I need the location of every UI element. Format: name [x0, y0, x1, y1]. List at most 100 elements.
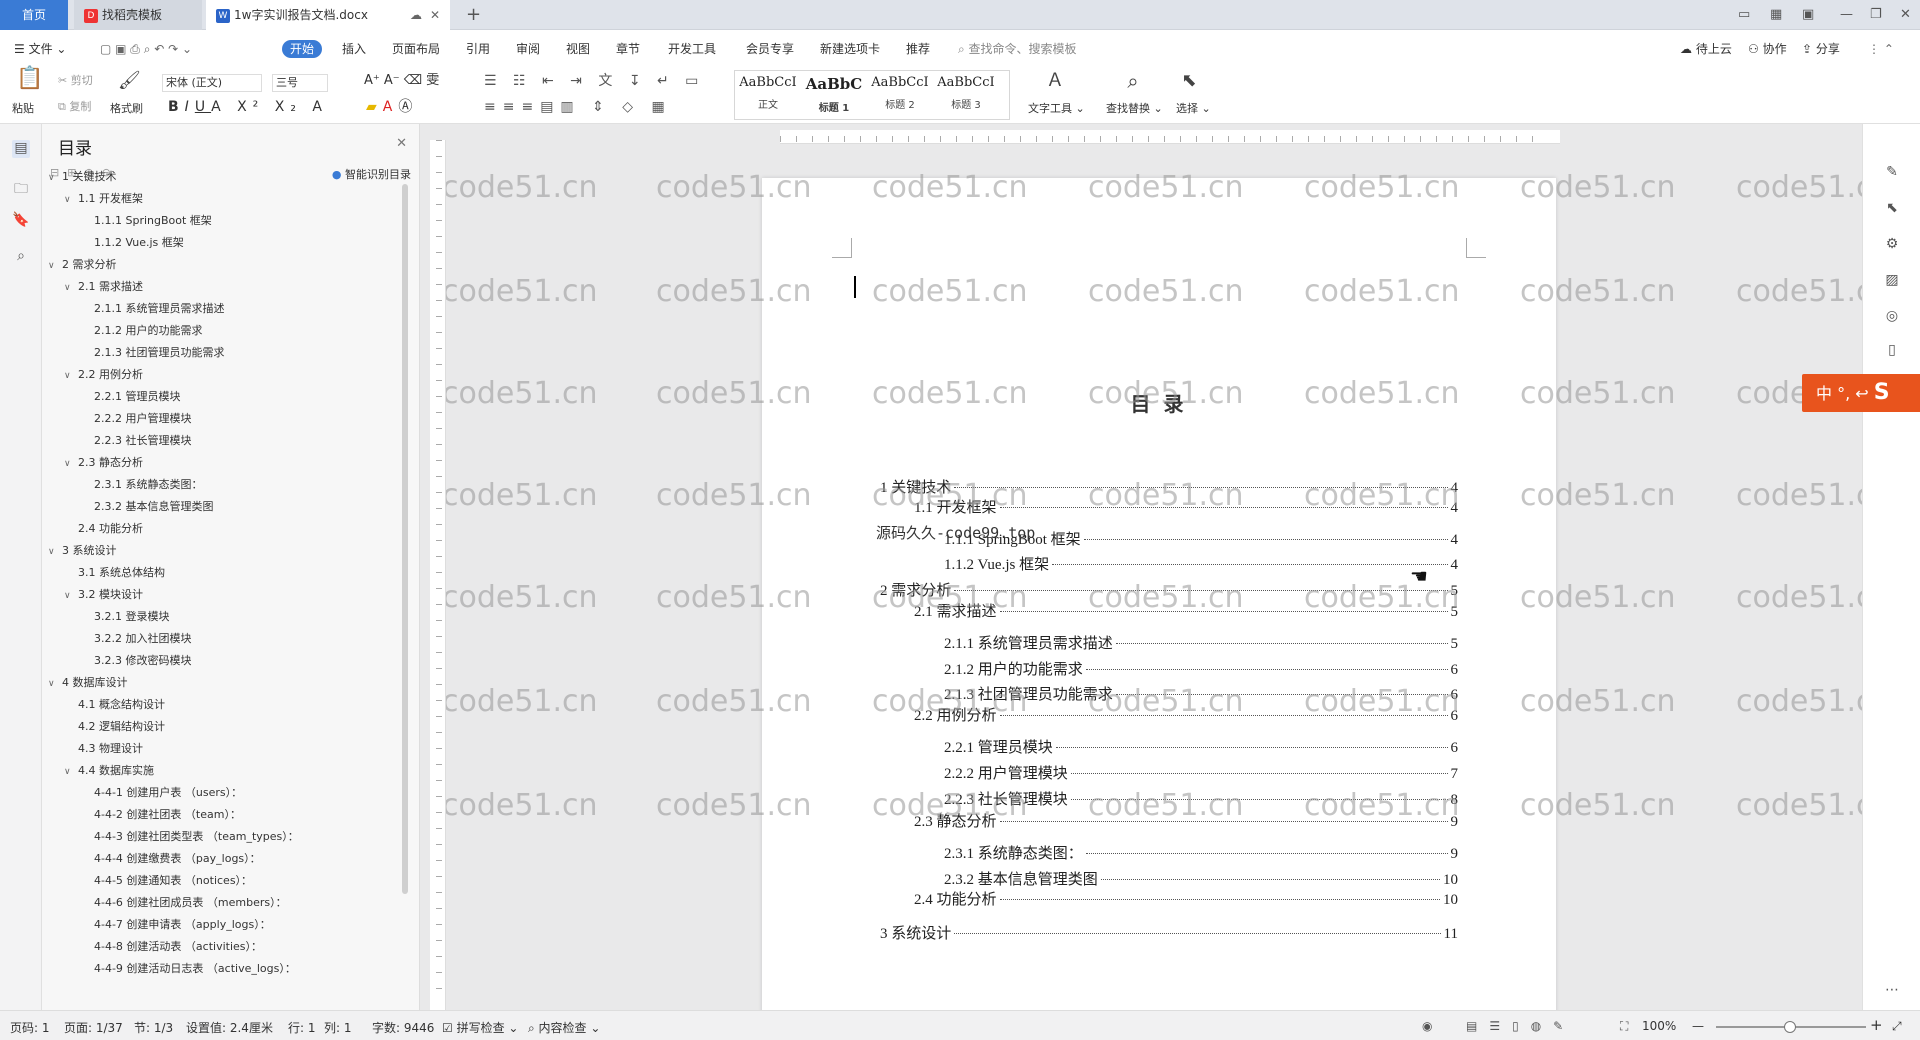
toc-panel-item[interactable]: ∨ 2.2 用例分析: [64, 366, 143, 384]
toc-entry[interactable]: 2.2.1 管理员模块 6: [944, 736, 1458, 757]
toc-panel-item[interactable]: 4-4-4 创建缴费表 （pay_logs）：: [80, 850, 261, 868]
vertical-ruler[interactable]: [430, 140, 446, 1010]
toc-panel-item[interactable]: 2.1.3 社团管理员功能需求: [80, 344, 225, 362]
paste-label[interactable]: 粘贴: [12, 102, 34, 116]
content-check-button[interactable]: ⌕ 内容检查 ⌄: [528, 1019, 600, 1036]
apps-grid-icon[interactable]: ▦: [1770, 0, 1782, 30]
toc-panel-item[interactable]: 4-4-2 创建社团表 （team）：: [80, 806, 241, 824]
menu-new-tab[interactable]: 新建选项卡: [820, 40, 880, 58]
layout-icon[interactable]: ▭: [1738, 0, 1750, 30]
style-normal[interactable]: AaBbCcI 正文: [735, 75, 801, 111]
location-icon[interactable]: ◎: [1883, 308, 1901, 326]
ime-toolbar[interactable]: 中 °, ↩ S: [1802, 374, 1920, 412]
toc-entry[interactable]: 2.1.1 系统管理员需求描述 5: [944, 632, 1458, 653]
toc-panel-item[interactable]: 4-4-9 创建活动日志表 （active_logs）：: [80, 960, 296, 978]
toc-scrollbar[interactable]: [402, 184, 408, 894]
file-menu[interactable]: ☰ 文件 ⌄: [14, 40, 66, 58]
toc-panel-item[interactable]: ∨ 3 系统设计: [48, 542, 117, 560]
chevron-down-icon[interactable]: ∨: [48, 257, 62, 275]
zoom-out-button[interactable]: —: [1692, 1019, 1704, 1033]
toc-panel-item[interactable]: 2.2.2 用户管理模块: [80, 410, 192, 428]
quick-access-toolbar[interactable]: ▢ ▣ ⎙ ⌕ ↶ ↷ ⌄: [100, 40, 192, 58]
toc-entry[interactable]: 3 系统设计 11: [880, 922, 1458, 943]
collab-button[interactable]: ⚇ 协作: [1748, 40, 1787, 58]
find-replace-icon[interactable]: ⌕: [1124, 71, 1142, 91]
toc-panel-item[interactable]: 2.3.1 系统静态类图：: [80, 476, 203, 494]
format-painter-label[interactable]: 格式刷: [110, 102, 143, 116]
zoom-level[interactable]: 100%: [1642, 1019, 1676, 1033]
tab-home[interactable]: 首页: [0, 0, 68, 30]
menu-insert[interactable]: 插入: [342, 40, 366, 58]
menu-view[interactable]: 视图: [566, 40, 590, 58]
copy-button[interactable]: ⧉ 复制: [58, 100, 91, 114]
toc-entry[interactable]: 2 需求分析 5: [880, 579, 1458, 600]
settings-sliders-icon[interactable]: ⚙: [1883, 236, 1901, 254]
menu-review[interactable]: 审阅: [516, 40, 540, 58]
font-family-select[interactable]: 宋体 (正文): [162, 74, 262, 92]
menu-references[interactable]: 引用: [466, 40, 490, 58]
chevron-down-icon[interactable]: ∨: [48, 675, 62, 693]
select-button[interactable]: 选择 ⌄: [1176, 102, 1211, 116]
chevron-down-icon[interactable]: ∨: [64, 367, 78, 385]
toc-panel-item[interactable]: 3.2.1 登录模块: [80, 608, 170, 626]
font-size-select[interactable]: 三号: [272, 74, 328, 92]
chevron-down-icon[interactable]: ∨: [64, 763, 78, 781]
text-tools-icon[interactable]: Ａ: [1046, 72, 1064, 90]
chevron-down-icon[interactable]: ∨: [64, 587, 78, 605]
list-buttons[interactable]: ☰ ☷ ⇤ ⇥ 文 ↧ ↵ ▭: [484, 74, 704, 88]
toc-entry[interactable]: 2.2.2 用户管理模块 7: [944, 762, 1458, 783]
toc-panel-item[interactable]: 3.2.3 修改密码模块: [80, 652, 192, 670]
toc-panel-item[interactable]: ∨ 2.1 需求描述: [64, 278, 143, 296]
font-format-buttons[interactable]: BIUA X² X₂ A: [168, 100, 328, 114]
spell-check-button[interactable]: ☑ 拼写检查 ⌄: [442, 1019, 518, 1036]
close-tab-icon[interactable]: ✕: [430, 0, 440, 30]
toc-panel-item[interactable]: 2.1.2 用户的功能需求: [80, 322, 203, 340]
align-buttons[interactable]: ≡≡≡▤▥ ⇕ ◇ ▦: [484, 100, 672, 114]
toc-panel-item[interactable]: 2.4 功能分析: [64, 520, 143, 538]
tab-document[interactable]: W 1w字实训报告文档.docx ☁ ✕: [206, 0, 450, 30]
toc-panel-item[interactable]: ∨ 1 关键技术: [48, 168, 117, 186]
eye-icon[interactable]: ◉: [1422, 1019, 1432, 1033]
menu-member[interactable]: 会员专享: [746, 40, 794, 58]
bookmark-icon[interactable]: 🔖: [12, 212, 30, 230]
font-size-grow-shrink[interactable]: A⁺ A⁻ ⌫ 雯: [364, 74, 439, 88]
toc-entry[interactable]: 2.3 静态分析 9: [914, 810, 1458, 831]
toc-panel-item[interactable]: 4-4-8 创建活动表 （activities）：: [80, 938, 262, 956]
chevron-down-icon[interactable]: ∨: [48, 169, 62, 187]
menu-start[interactable]: 开始: [282, 40, 323, 58]
toc-entry[interactable]: 2.3.1 系统静态类图： 9: [944, 842, 1458, 863]
smart-toc-button[interactable]: ● 智能识别目录: [332, 166, 411, 182]
style-heading-3[interactable]: AaBbCcI 标题 3: [933, 75, 999, 111]
find-replace-button[interactable]: 查找替换 ⌄: [1106, 102, 1163, 116]
view-mode-icons[interactable]: ▤☰▯◍✎: [1466, 1019, 1575, 1033]
chevron-down-icon[interactable]: ∨: [48, 543, 62, 561]
chevron-down-icon[interactable]: ∨: [64, 455, 78, 473]
menu-developer[interactable]: 开发工具: [668, 40, 716, 58]
toc-panel-item[interactable]: 3.1 系统总体结构: [64, 564, 165, 582]
toc-panel-item[interactable]: 3.2.2 加入社团模块: [80, 630, 192, 648]
close-panel-icon[interactable]: ✕: [396, 136, 407, 151]
menu-page-layout[interactable]: 页面布局: [392, 40, 440, 58]
horizontal-ruler[interactable]: [780, 130, 1560, 144]
command-search[interactable]: ⌕ 查找命令、搜索模板: [958, 40, 1077, 58]
toc-entry[interactable]: 2.3.2 基本信息管理类图 10: [944, 868, 1458, 889]
toc-entry[interactable]: 2.1.2 用户的功能需求 6: [944, 658, 1458, 679]
toc-panel-item[interactable]: 4-4-1 创建用户表 （users）：: [80, 784, 242, 802]
toc-panel-item[interactable]: 4-4-5 创建通知表 （notices）：: [80, 872, 252, 890]
toc-entry[interactable]: 2.2 用例分析 6: [914, 704, 1458, 725]
chevron-down-icon[interactable]: ∨: [64, 191, 78, 209]
minimize-button[interactable]: —: [1840, 0, 1853, 30]
toc-panel-item[interactable]: 1.1.2 Vue.js 框架: [80, 234, 184, 252]
toc-panel-item[interactable]: ∨ 2 需求分析: [48, 256, 117, 274]
toc-panel-item[interactable]: 2.1.1 系统管理员需求描述: [80, 300, 225, 318]
more-icon[interactable]: ⋮ ⌃: [1868, 40, 1894, 58]
tab-template[interactable]: D 找稻壳模板: [74, 0, 202, 30]
toc-nav-icon[interactable]: ▤: [12, 140, 30, 158]
toc-panel-item[interactable]: 2.3.2 基本信息管理类图: [80, 498, 214, 516]
avatar[interactable]: ▣: [1802, 0, 1814, 30]
highlight-color-buttons[interactable]: ▰AⒶ: [366, 100, 418, 114]
toc-panel-item[interactable]: 4-4-3 创建社团类型表 （team_types）：: [80, 828, 299, 846]
chapter-nav-icon[interactable]: 🗀: [12, 178, 30, 197]
toc-panel-item[interactable]: ∨ 4.4 数据库实施: [64, 762, 154, 780]
toc-panel-item[interactable]: ∨ 3.2 模块设计: [64, 586, 143, 604]
